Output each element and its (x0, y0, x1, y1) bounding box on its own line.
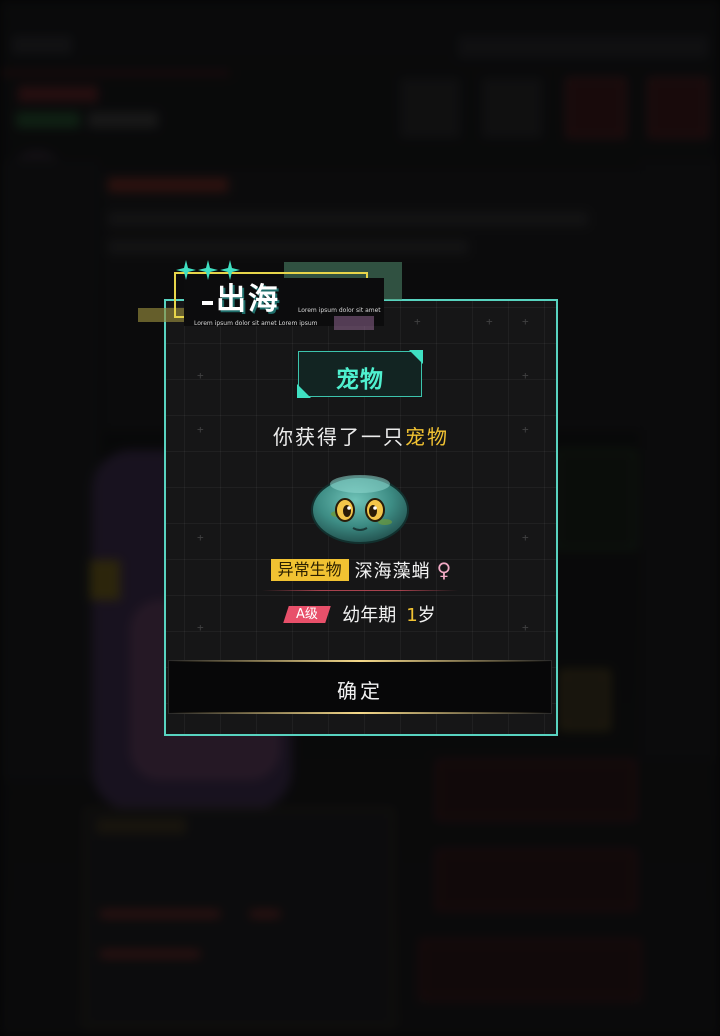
species-tag: 异常生物 (270, 559, 349, 581)
sparkle-icon (220, 260, 240, 280)
grade-label: A级 (296, 606, 319, 622)
age-unit: 岁 (417, 605, 436, 626)
badge-subcaption: Lorem ipsum dolor sit amet Lorem ipsum (194, 320, 318, 327)
category-chip: 宠物 (297, 350, 423, 398)
message-text: 你获得了一只 (273, 425, 405, 449)
grade-badge: A级 (283, 605, 331, 623)
message-highlight: 宠物 (405, 425, 449, 449)
sparkle-icon (176, 260, 196, 280)
button-glow-line (169, 660, 551, 662)
glitch-block (334, 316, 374, 330)
reward-message: 你获得了一只宠物 (164, 421, 558, 450)
category-label: 宠物 (336, 367, 384, 393)
slime-creature-icon (311, 475, 409, 544)
button-glow-line (169, 712, 551, 714)
species-line: 异常生物 深海藻蛸 ♀ (164, 557, 558, 583)
age-number: 1 (406, 605, 418, 626)
confirm-label: 确定 (337, 679, 383, 703)
rank-line: A级 幼年期 1岁 (164, 601, 558, 627)
divider (262, 590, 458, 591)
confirm-button[interactable]: 确定 (168, 660, 552, 714)
badge-caption: Lorem ipsum dolor sit amet (298, 307, 381, 314)
game-screen: + + + + + + + + + + + + + 出海 Lorem ipsum… (0, 0, 720, 1036)
title-dash (202, 301, 213, 305)
life-stage: 幼年期 (342, 605, 397, 626)
sparkle-icon (198, 260, 218, 280)
age-value: 1岁 (406, 601, 435, 627)
modal-title: 出海 (216, 282, 280, 317)
star-icons (176, 260, 240, 280)
female-icon: ♀ (436, 558, 452, 582)
species-name: 深海藻蛸 (354, 561, 431, 582)
modal-title-badge: 出海 Lorem ipsum dolor sit amet Lorem ipsu… (138, 258, 408, 338)
